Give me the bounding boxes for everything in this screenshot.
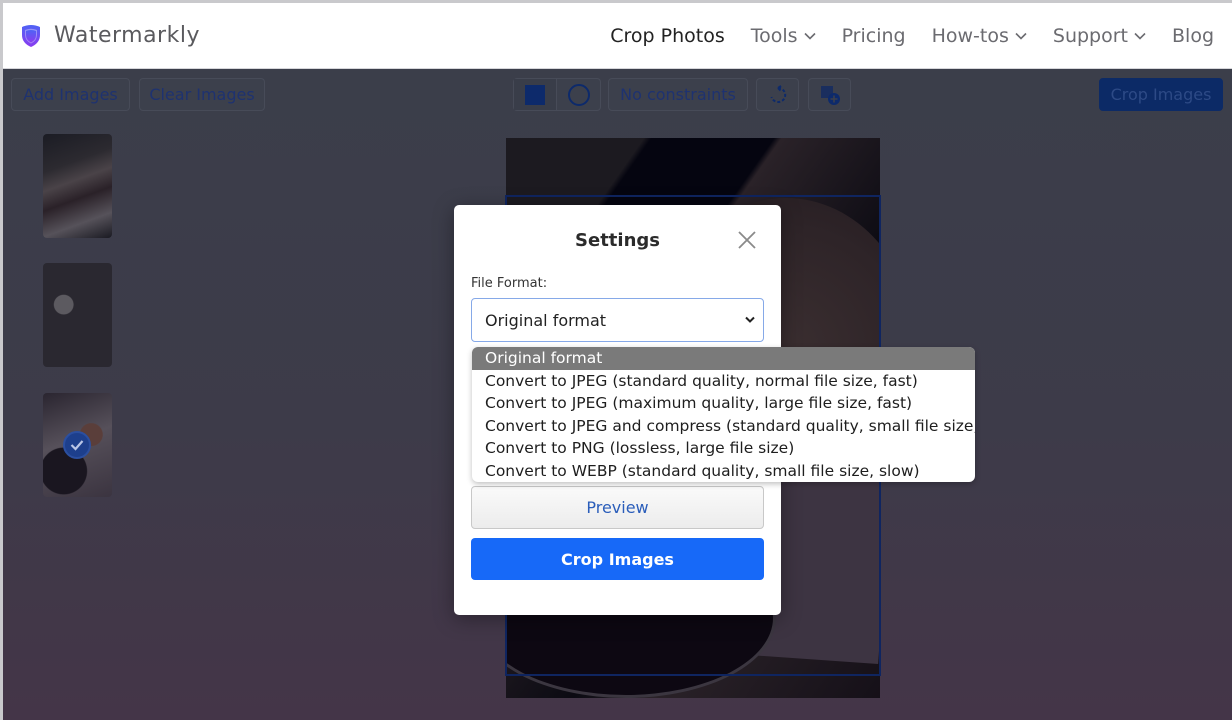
circle-icon [567,83,590,106]
file-format-select[interactable]: Original format [471,298,764,342]
clear-images-button[interactable]: Clear Images [139,78,265,111]
rectangle-icon [525,84,545,105]
file-format-label: File Format: [471,276,548,291]
rectangle-shape-button[interactable] [514,79,558,110]
format-option[interactable]: Convert to JPEG (standard quality, norma… [472,370,975,393]
nav-tools[interactable]: Tools [751,25,816,47]
main-nav: Crop Photos Tools Pricing How-tos Suppor… [610,3,1214,69]
format-option[interactable]: Convert to WEBP (standard quality, small… [472,460,975,483]
add-crop-button[interactable] [808,78,851,111]
shield-icon [22,24,40,47]
crop-images-button[interactable]: Crop Images [471,538,764,580]
chevron-down-icon [1134,32,1146,40]
chevron-down-icon [803,32,816,40]
window-left-border [0,0,3,720]
nav-label: Pricing [841,25,906,47]
nav-support[interactable]: Support [1053,25,1146,47]
editor-toolbar: Add Images Clear Images No constraints C… [0,69,1232,121]
rotate-button[interactable] [756,78,799,111]
circle-shape-button[interactable] [557,79,600,110]
file-format-value: Original format [485,310,607,330]
chevron-down-icon [1015,32,1027,40]
selected-check-icon [63,431,91,459]
add-images-button[interactable]: Add Images [11,78,130,111]
nav-label: How-tos [931,25,1009,47]
modal-title: Settings [575,230,660,251]
file-format-options: Original format Convert to JPEG (standar… [472,347,975,482]
nav-pricing[interactable]: Pricing [842,25,906,47]
format-option[interactable]: Convert to PNG (lossless, large file siz… [472,437,975,460]
nav-label: Crop Photos [610,25,725,47]
site-header: Watermarkly Crop Photos Tools Pricing Ho… [0,3,1232,69]
brand-name: Watermarkly [54,23,200,48]
chevron-down-icon [745,316,755,323]
nav-blog[interactable]: Blog [1172,25,1214,47]
constraints-button[interactable]: No constraints [608,78,748,111]
format-option[interactable]: Convert to JPEG and compress (standard q… [472,415,975,438]
close-icon[interactable] [737,230,757,250]
nav-crop-photos[interactable]: Crop Photos [610,25,724,47]
crop-shape-toggle [513,78,601,111]
image-thumbnail[interactable] [43,393,112,497]
format-option[interactable]: Convert to JPEG (maximum quality, large … [472,392,975,415]
add-crop-icon [820,85,840,105]
rotate-icon [770,84,786,103]
nav-how-tos[interactable]: How-tos [932,25,1027,47]
nav-label: Tools [750,25,798,47]
toolbar-crop-images-button[interactable]: Crop Images [1099,78,1223,111]
nav-label: Support [1052,25,1128,47]
logo[interactable]: Watermarkly [20,23,200,48]
preview-button[interactable]: Preview [471,486,764,529]
image-thumbnail[interactable] [43,263,112,367]
format-option[interactable]: Original format [472,347,975,370]
nav-label: Blog [1172,25,1214,47]
image-thumbnail[interactable] [43,134,112,238]
